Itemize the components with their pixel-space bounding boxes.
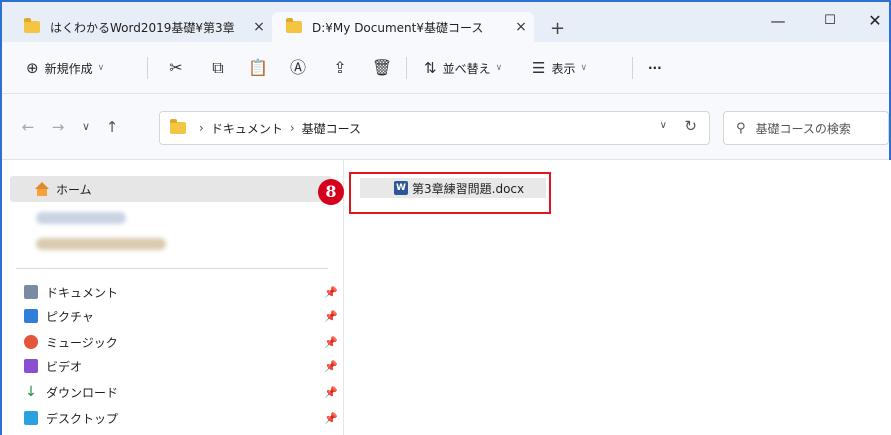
recent-locations-icon[interactable]: ∨ [74, 120, 98, 133]
highlight-box [349, 172, 551, 214]
copy-icon[interactable]: ⧉ [206, 56, 230, 80]
pin-icon[interactable]: 📌 [324, 336, 338, 349]
search-box[interactable]: ⚲ 基礎コースの検索 [723, 111, 889, 145]
pin-icon[interactable]: 📌 [324, 286, 338, 299]
up-arrow-icon[interactable]: ↑ [100, 118, 124, 136]
toolbar-divider [632, 57, 633, 79]
document-icon [24, 285, 38, 299]
pin-icon[interactable]: 📌 [324, 412, 338, 425]
breadcrumb-kiso-course[interactable]: 基礎コース [302, 120, 361, 137]
close-icon[interactable]: × [508, 19, 534, 35]
blurred-item [36, 212, 126, 224]
sort-icon: ⇅ [424, 59, 437, 77]
sidebar-item-label: デスクトップ [46, 411, 119, 426]
tab-word2019-chapter3[interactable]: はくわかるWord2019基礎¥第3章 × [10, 12, 272, 42]
forward-arrow-icon[interactable]: → [46, 118, 70, 136]
navigation-pane: ホーム ドキュメント 📌 ピクチャ 📌 ミュージック 📌 ビデオ 📌 ↓ ダウン… [2, 160, 344, 435]
chevron-down-icon: ∨ [580, 63, 588, 73]
breadcrumb-documents[interactable]: ドキュメント [211, 120, 283, 137]
sidebar-item-label: ビデオ [46, 359, 83, 374]
sidebar-item-documents[interactable]: ドキュメント 📌 [24, 282, 338, 302]
sidebar-item-desktop[interactable]: デスクトップ 📌 [24, 408, 338, 428]
delete-icon[interactable]: 🗑 [370, 56, 394, 80]
sidebar-item-label: ミュージック [46, 335, 118, 350]
pin-icon[interactable]: 📌 [324, 360, 338, 373]
tab-bar: はくわかるWord2019基礎¥第3章 × D:¥My Document¥基礎コ… [2, 2, 889, 42]
folder-icon [286, 18, 302, 33]
desktop-icon [24, 411, 38, 425]
sidebar-item-label: ダウンロード [46, 385, 119, 400]
back-arrow-icon[interactable]: ← [16, 118, 40, 136]
folder-icon [24, 18, 40, 33]
new-tab-button[interactable]: + [550, 18, 565, 39]
file-explorer-window: はくわかるWord2019基礎¥第3章 × D:¥My Document¥基礎コ… [0, 0, 891, 435]
sidebar-item-videos[interactable]: ビデオ 📌 [24, 356, 338, 376]
sidebar-item-downloads[interactable]: ↓ ダウンロード 📌 [24, 382, 338, 402]
rename-icon[interactable]: Ⓐ [286, 56, 310, 80]
tab-kiso-course[interactable]: D:¥My Document¥基礎コース × [272, 12, 534, 42]
new-button-label: 新規作成 [44, 61, 93, 76]
breadcrumb-separator: › [199, 121, 204, 135]
share-icon[interactable]: ⇪ [328, 56, 352, 80]
folder-icon [170, 119, 186, 134]
sidebar-item-home[interactable]: ホーム [10, 176, 332, 202]
command-bar: ⊕ 新規作成 ∨ ✂ ⧉ 📋 Ⓐ ⇪ 🗑 ⇅ 並べ替え ∨ ☰ 表示 ∨ ··· [2, 42, 889, 94]
pin-icon[interactable]: 📌 [324, 310, 338, 323]
sort-button-label: 並べ替え [442, 61, 491, 76]
toolbar-divider [406, 57, 407, 79]
address-bar[interactable]: › ドキュメント › 基礎コース ∨ ↻ [159, 111, 710, 145]
window-close-button[interactable]: ✕ [855, 6, 891, 36]
home-icon [34, 182, 50, 196]
plus-circle-icon: ⊕ [26, 59, 39, 77]
sort-button[interactable]: ⇅ 並べ替え ∨ [424, 42, 502, 94]
sidebar-divider [16, 268, 328, 269]
chevron-down-icon: ∨ [495, 63, 503, 73]
tab-title: D:¥My Document¥基礎コース [312, 20, 484, 35]
sidebar-item-label: ドキュメント [46, 285, 119, 300]
sidebar-item-music[interactable]: ミュージック 📌 [24, 332, 338, 352]
music-icon [24, 335, 38, 349]
breadcrumb-separator: › [289, 121, 295, 135]
sidebar-item-pictures[interactable]: ピクチャ 📌 [24, 306, 338, 326]
new-button[interactable]: ⊕ 新規作成 ∨ [26, 42, 104, 94]
refresh-icon[interactable]: ↻ [684, 117, 697, 135]
video-icon [24, 359, 38, 373]
maximize-button[interactable]: ☐ [810, 6, 850, 36]
pin-icon[interactable]: 📌 [324, 386, 338, 399]
step-number-badge: 8 [318, 179, 344, 205]
blurred-item [36, 238, 166, 250]
minimize-button[interactable]: — [758, 6, 798, 36]
search-placeholder: 基礎コースの検索 [755, 121, 851, 136]
sidebar-item-label: ピクチャ [46, 309, 94, 324]
view-button[interactable]: ☰ 表示 ∨ [532, 42, 587, 94]
sidebar-item-label: ホーム [56, 182, 92, 197]
paste-icon[interactable]: 📋 [246, 56, 270, 80]
toolbar-divider [147, 57, 148, 79]
chevron-down-icon: ∨ [97, 63, 105, 73]
close-icon[interactable]: × [246, 19, 272, 35]
more-options-button[interactable]: ··· [648, 42, 662, 94]
download-icon: ↓ [25, 384, 37, 400]
search-icon: ⚲ [736, 120, 746, 136]
pictures-icon [24, 309, 38, 323]
navigation-bar: ← → ∨ ↑ › ドキュメント › 基礎コース ∨ ↻ ⚲ 基礎コースの検索 [2, 94, 889, 160]
view-button-label: 表示 [551, 61, 576, 76]
view-list-icon: ☰ [532, 59, 546, 77]
tab-title: はくわかるWord2019基礎¥第3章 [50, 20, 235, 35]
cut-icon[interactable]: ✂ [164, 56, 188, 80]
chevron-down-icon[interactable]: ∨ [660, 120, 667, 131]
